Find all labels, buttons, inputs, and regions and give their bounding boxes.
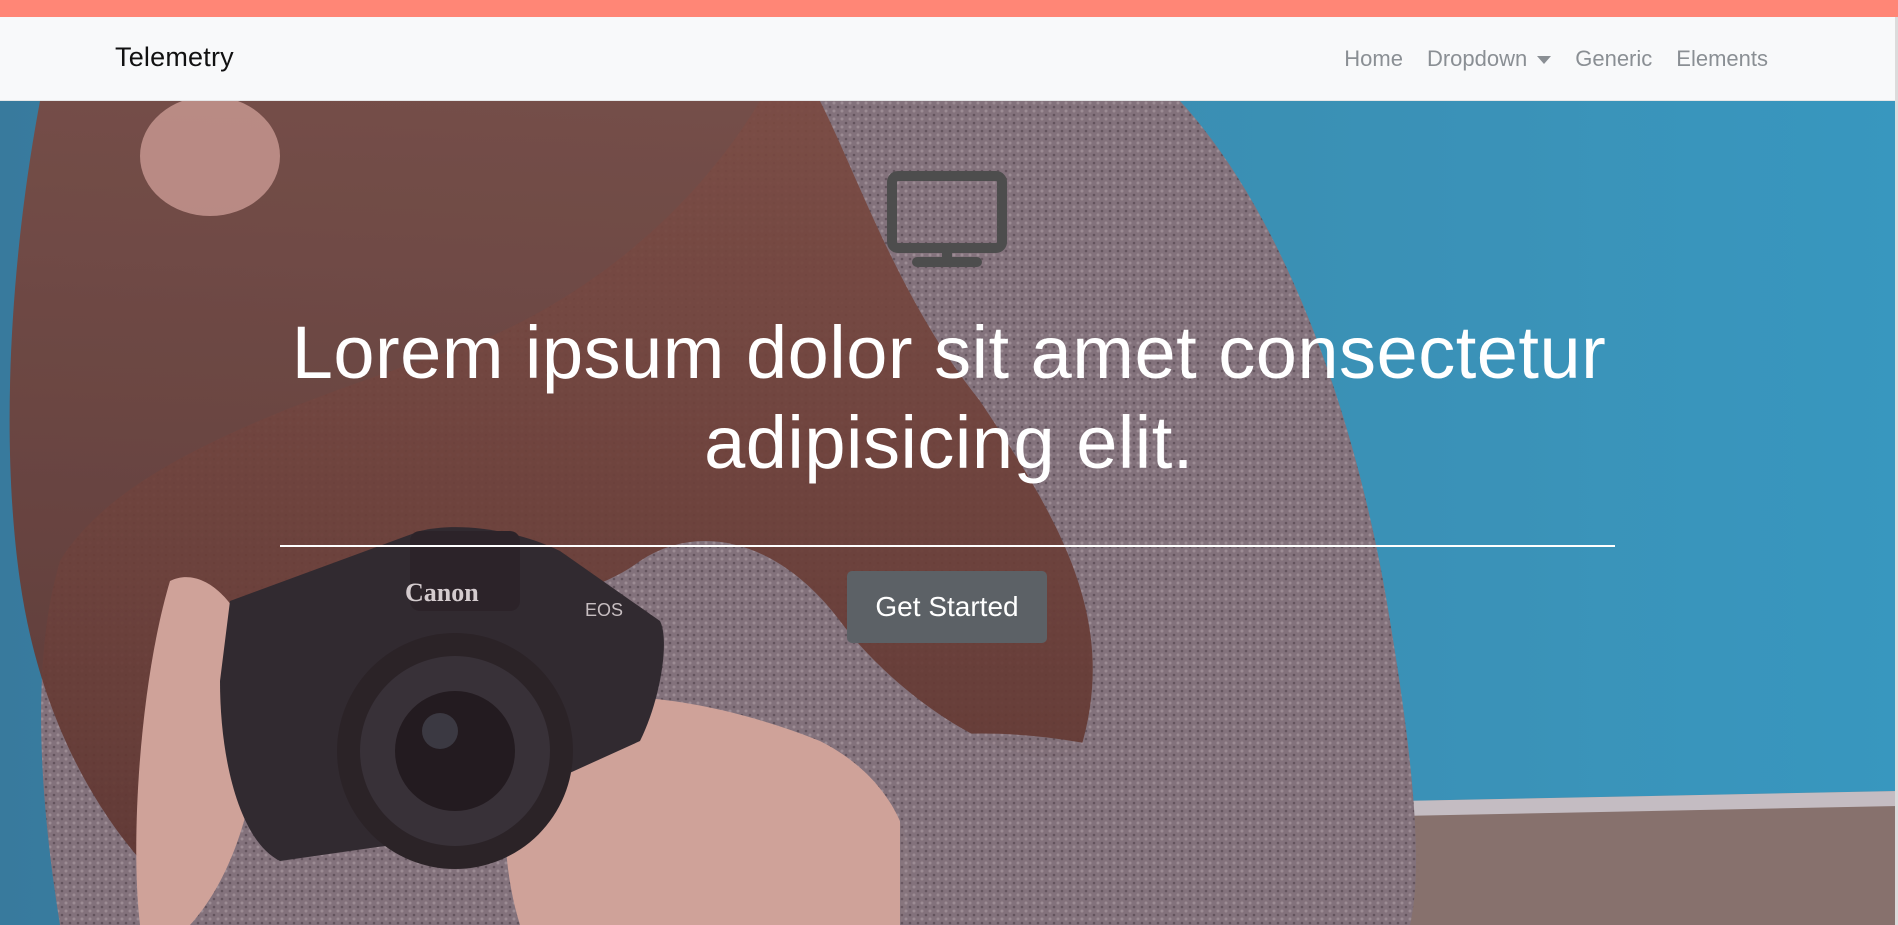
navbar: Telemetry Home Dropdown Generic Elements bbox=[0, 17, 1895, 101]
top-accent-bar bbox=[0, 0, 1898, 17]
get-started-button[interactable]: Get Started bbox=[847, 571, 1047, 643]
nav-generic[interactable]: Generic bbox=[1575, 46, 1652, 72]
nav-generic-label: Generic bbox=[1575, 46, 1653, 71]
nav-elements[interactable]: Elements bbox=[1676, 46, 1768, 72]
hero-headline: Lorem ipsum dolor sit amet consectetur a… bbox=[291, 311, 1607, 484]
monitor-icon bbox=[887, 171, 1007, 267]
caret-down-icon bbox=[1537, 56, 1552, 64]
nav-menu: Home Dropdown Generic Elements bbox=[1344, 46, 1768, 72]
nav-home[interactable]: Home bbox=[1344, 46, 1403, 72]
page: Telemetry Home Dropdown Generic Elements bbox=[0, 0, 1898, 925]
hero-divider bbox=[280, 545, 1615, 547]
brand-link[interactable]: Telemetry bbox=[115, 42, 234, 73]
nav-dropdown-label: Dropdown bbox=[1426, 46, 1528, 71]
nav-elements-label: Elements bbox=[1676, 46, 1768, 71]
nav-dropdown[interactable]: Dropdown bbox=[1426, 46, 1552, 72]
nav-home-label: Home bbox=[1344, 46, 1403, 71]
hero-section: Canon EOS Lorem ipsum dolor sit amet con… bbox=[0, 101, 1898, 925]
